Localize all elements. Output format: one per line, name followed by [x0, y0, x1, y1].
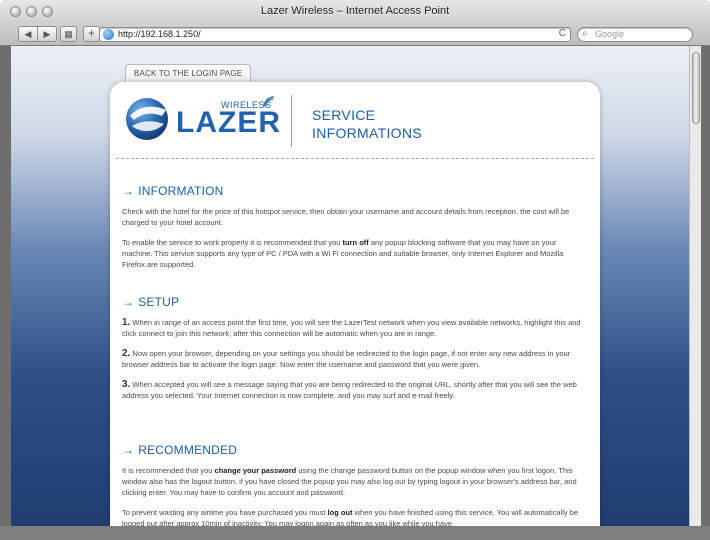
- back-to-login-tab[interactable]: BACK TO THE LOGIN PAGE: [125, 64, 252, 83]
- section-heading: → SETUP: [122, 295, 180, 309]
- browser-toolbar: Lazer Wireless – Internet Access Point ◀…: [0, 0, 710, 46]
- section-setup: → SETUP 1. When in range of an access poi…: [122, 295, 582, 410]
- section-heading: → INFORMATION: [122, 184, 224, 198]
- setup-step-1: 1. When in range of an access point the …: [122, 317, 581, 338]
- content-card: WIRELESS LAZER SERVICE INFORMATIONS → INF…: [110, 82, 600, 540]
- globe-icon: [103, 29, 114, 40]
- service-title: SERVICE INFORMATIONS: [312, 106, 422, 142]
- setup-step-3: 3. When accepted you will see a message …: [122, 379, 577, 400]
- setup-step-2: 2. Now open your browser, depending on y…: [122, 348, 571, 369]
- address-bar[interactable]: http://192.168.1.250/ C: [99, 27, 571, 42]
- paragraph: Check with the hotel for the price of th…: [122, 207, 570, 227]
- arrow-icon: →: [122, 443, 135, 457]
- page-viewport: BACK TO THE LOGIN PAGE WIRELESS LAZER SE…: [11, 46, 689, 540]
- back-button[interactable]: ◀: [18, 26, 38, 42]
- add-bookmark-button[interactable]: +: [83, 26, 100, 42]
- service-title-line1: SERVICE: [312, 107, 376, 123]
- bookmarks-grid-button[interactable]: ▦: [60, 26, 77, 42]
- section-recommended: → RECOMMENDED It is recommended that you …: [122, 443, 582, 538]
- vertical-scrollbar[interactable]: [689, 46, 701, 526]
- header-divider: [291, 95, 292, 147]
- paragraph: It is recommended that you change your p…: [122, 466, 577, 497]
- search-placeholder[interactable]: Google: [595, 29, 624, 39]
- service-title-line2: INFORMATIONS: [312, 125, 422, 141]
- section-information: → INFORMATION Check with the hotel for th…: [122, 184, 582, 279]
- search-icon: ⌕: [582, 28, 588, 39]
- logo-lazer-text: LAZER: [176, 106, 281, 139]
- lazer-logo: WIRELESS LAZER: [124, 96, 280, 142]
- dashed-divider: [116, 158, 594, 159]
- forward-button[interactable]: ▶: [37, 26, 57, 42]
- logo-globe-icon: [126, 98, 168, 140]
- scrollbar-thumb[interactable]: [692, 52, 700, 124]
- window-bottom-strip: [0, 526, 710, 540]
- arrow-icon: →: [122, 295, 135, 309]
- section-heading: → RECOMMENDED: [122, 443, 238, 457]
- paragraph: To enable the service to work properly i…: [122, 238, 564, 269]
- browser-window: Lazer Wireless – Internet Access Point ◀…: [0, 0, 710, 540]
- search-field[interactable]: ⌕ Google: [577, 27, 693, 42]
- window-title: Lazer Wireless – Internet Access Point: [260, 5, 450, 17]
- address-text[interactable]: http://192.168.1.250/: [118, 29, 201, 39]
- reload-icon[interactable]: C: [559, 28, 566, 39]
- arrow-icon: →: [122, 184, 135, 198]
